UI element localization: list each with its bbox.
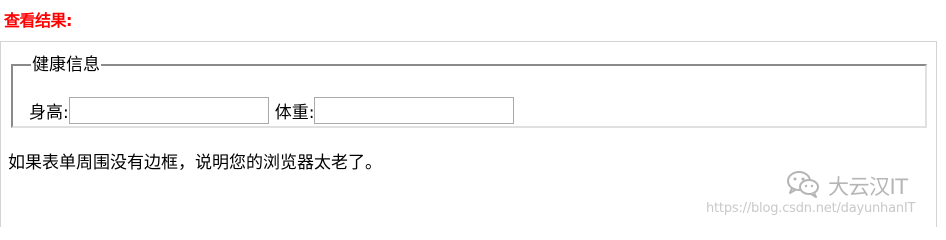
wechat-watermark: 大云汉IT (786, 170, 908, 202)
brand-name: 大云汉IT (828, 175, 908, 199)
result-title: 查看结果: (4, 11, 72, 30)
height-input[interactable] (68, 97, 269, 124)
weight-label: 体重: (274, 103, 315, 123)
browser-note: 如果表单周围没有边框，说明您的浏览器太老了。 (8, 153, 382, 173)
weight-input[interactable] (314, 97, 515, 124)
fieldset-legend: 健康信息 (32, 55, 100, 75)
wechat-icon (786, 170, 820, 202)
height-label: 身高: (29, 103, 69, 123)
health-info-fieldset: 健康信息 身高: 体重: (11, 55, 927, 128)
measurement-row: 身高: 体重: (29, 97, 520, 124)
watermark-url: https://blog.csdn.net/dayunhanIT (706, 201, 916, 216)
